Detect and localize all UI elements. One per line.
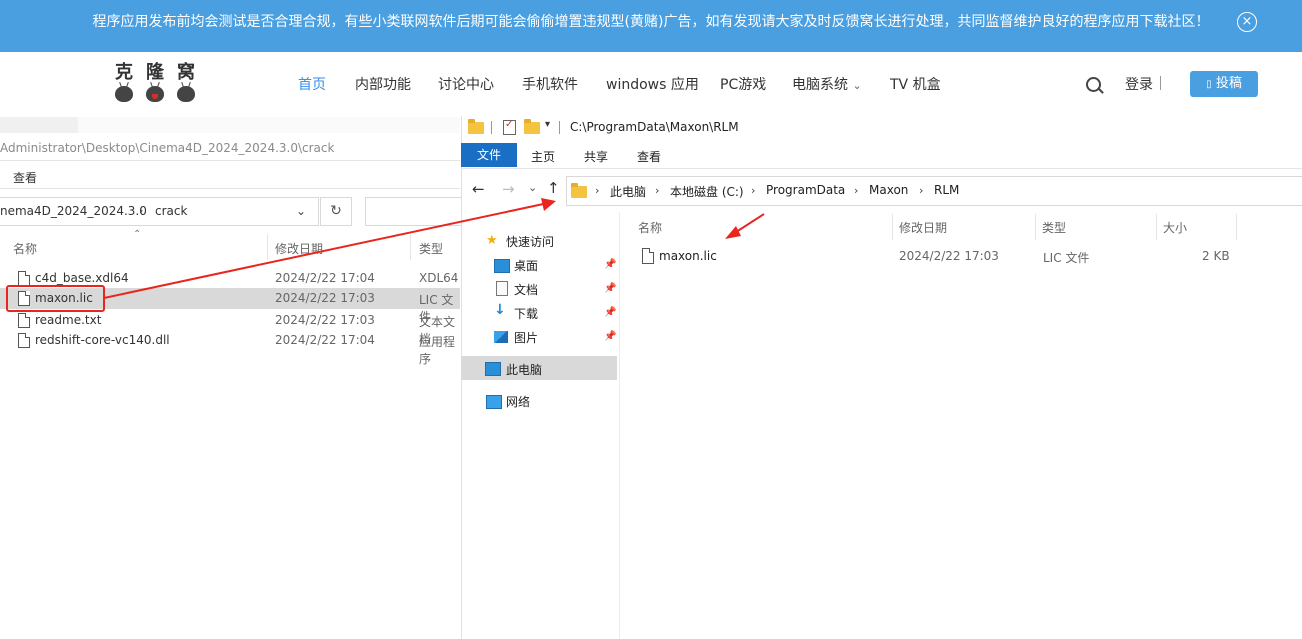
arrow-line xyxy=(103,202,549,299)
arrowhead xyxy=(725,226,741,239)
arrowhead xyxy=(541,198,556,211)
annotation-arrows xyxy=(103,198,765,299)
